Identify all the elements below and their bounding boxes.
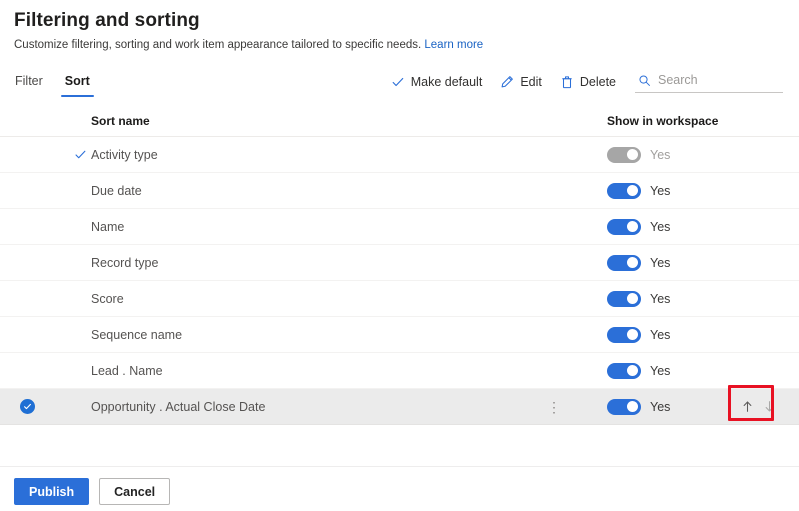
row-toggle-cell: Yes — [607, 326, 736, 343]
show-in-workspace-toggle[interactable] — [607, 182, 641, 199]
sort-table: Sort name Show in workspace Activity typ… — [0, 105, 799, 425]
row-sort-name: Due date — [91, 183, 142, 198]
search-icon — [638, 74, 651, 87]
move-up-arrow-icon[interactable] — [736, 396, 758, 418]
footer-actions: Publish Cancel — [0, 467, 799, 505]
page-header: Filtering and sorting Customize filterin… — [0, 0, 799, 53]
checkmark-icon — [391, 75, 405, 89]
publish-button[interactable]: Publish — [14, 478, 90, 505]
toggle-value-label: Yes — [650, 399, 671, 414]
row-toggle-cell: Yes — [607, 146, 736, 163]
show-in-workspace-toggle[interactable] — [607, 254, 641, 271]
toggle-value-label: Yes — [650, 255, 671, 270]
row-sort-name: Activity type — [91, 147, 158, 162]
toggle-value-label: Yes — [650, 291, 671, 306]
column-header-show-in-workspace[interactable]: Show in workspace — [607, 114, 736, 128]
move-down-arrow-icon[interactable] — [758, 396, 780, 418]
column-header-sort-name[interactable]: Sort name — [91, 114, 547, 128]
table-header-row: Sort name Show in workspace — [0, 105, 799, 137]
page-title: Filtering and sorting — [14, 10, 200, 31]
toggle-knob — [627, 220, 639, 233]
show-in-workspace-toggle[interactable] — [607, 326, 641, 343]
toggle-value-label: Yes — [650, 219, 671, 234]
search-input[interactable] — [658, 73, 781, 87]
pencil-icon — [500, 75, 514, 89]
row-sort-name: Record type — [91, 255, 159, 270]
reorder-arrows — [728, 384, 780, 421]
overflow-menu-icon[interactable]: ⋮ — [547, 400, 561, 414]
row-toggle-cell: Yes — [607, 182, 736, 199]
row-toggle-cell: Yes — [607, 254, 736, 271]
toggle-value-label: Yes — [650, 147, 671, 162]
row-overflow-cell: ⋮ — [547, 400, 607, 414]
row-sort-name: Name — [91, 219, 125, 234]
show-in-workspace-toggle[interactable] — [607, 146, 641, 163]
row-select-cell[interactable] — [0, 399, 70, 414]
table-row[interactable]: Sequence name Yes — [0, 317, 799, 353]
filtering-and-sorting-page: Filtering and sorting Customize filterin… — [0, 0, 799, 511]
table-row[interactable]: Score Yes — [0, 281, 799, 317]
delete-label: Delete — [579, 74, 616, 89]
trash-icon — [560, 75, 574, 89]
edit-button[interactable]: Edit — [491, 71, 551, 93]
row-toggle-cell: Yes — [607, 290, 736, 307]
table-row[interactable]: Name Yes — [0, 209, 799, 245]
make-default-button[interactable]: Make default — [382, 71, 492, 93]
row-sort-name: Opportunity . Actual Close Date — [91, 399, 266, 414]
edit-label: Edit — [520, 74, 542, 89]
show-in-workspace-toggle[interactable] — [607, 398, 641, 415]
page-subtitle: Customize filtering, sorting and work it… — [14, 38, 783, 53]
table-row[interactable]: Due date Yes — [0, 173, 799, 209]
command-bar: Make default Edit Delete Search — [382, 70, 783, 93]
tabs-and-command-bar: Filter Sort Make default Edit Delete Sea… — [0, 70, 799, 104]
row-sort-name: Score — [91, 291, 124, 306]
toggle-knob — [627, 400, 639, 413]
page-subtitle-text: Customize filtering, sorting and work it… — [14, 39, 422, 51]
toggle-value-label: Yes — [650, 363, 671, 378]
make-default-label: Make default — [410, 74, 483, 89]
learn-more-link[interactable]: Learn more — [424, 39, 483, 51]
row-toggle-cell: Yes — [607, 218, 736, 235]
cancel-button[interactable]: Cancel — [99, 478, 171, 505]
table-row-selected[interactable]: Opportunity . Actual Close Date ⋮ Yes — [0, 384, 799, 425]
row-checkbox-checked-icon[interactable] — [20, 399, 35, 414]
tab-filter[interactable]: Filter — [14, 73, 44, 97]
row-arrows-cell — [728, 384, 799, 421]
toggle-knob — [627, 364, 639, 377]
toggle-knob — [627, 148, 639, 161]
show-in-workspace-toggle[interactable] — [607, 218, 641, 235]
toggle-knob — [627, 328, 639, 341]
tab-sort[interactable]: Sort — [60, 73, 94, 97]
row-sort-name: Lead . Name — [91, 363, 163, 378]
delete-button[interactable]: Delete — [551, 71, 625, 93]
table-row[interactable]: Record type Yes — [0, 245, 799, 281]
search-box[interactable] — [635, 70, 783, 93]
row-sort-name: Sequence name — [91, 327, 183, 342]
show-in-workspace-toggle[interactable] — [607, 362, 641, 379]
default-checkmark-icon — [70, 148, 91, 161]
tab-list: Filter Sort — [14, 70, 94, 97]
toggle-knob — [627, 184, 639, 197]
table-row[interactable]: Activity type Yes — [0, 137, 799, 173]
toggle-knob — [627, 292, 639, 305]
table-row[interactable]: Lead . Name Yes — [0, 353, 799, 389]
toggle-value-label: Yes — [650, 327, 671, 342]
row-toggle-cell: Yes — [607, 362, 736, 379]
toggle-value-label: Yes — [650, 183, 671, 198]
show-in-workspace-toggle[interactable] — [607, 290, 641, 307]
row-toggle-cell: Yes — [607, 398, 736, 415]
toggle-knob — [627, 256, 639, 269]
